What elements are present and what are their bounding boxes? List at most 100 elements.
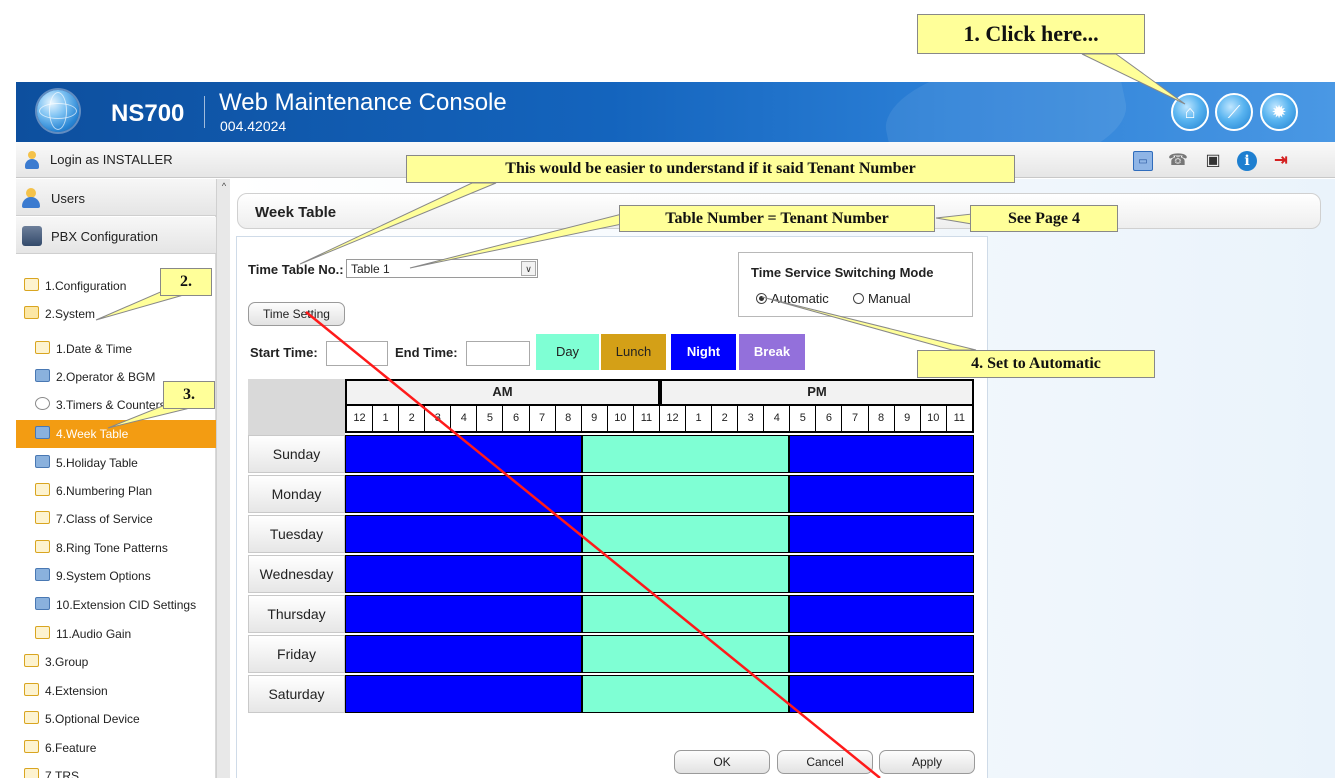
day-schedule-bar[interactable] [345,675,974,713]
hour-cell: 10 [921,406,947,431]
gear-icon[interactable]: ✹ [1260,93,1298,131]
am-header: AM [345,379,660,406]
header-divider [204,96,205,128]
legend-night[interactable]: Night [671,334,736,370]
sidebar-item-system[interactable]: 2.System [16,300,216,328]
legend-lunch[interactable]: Lunch [601,334,666,370]
night-segment[interactable] [790,676,973,712]
sidebar-item-label: 2.System [45,307,96,321]
night-segment[interactable] [346,476,582,512]
day-schedule-bar[interactable] [345,435,974,473]
day-segment[interactable] [581,436,791,472]
page-title: Week Table [255,204,337,221]
day-row: Saturday [248,675,974,715]
sidebar-item-numbering-plan[interactable]: 6.Numbering Plan [16,477,216,505]
sidebar-item-ring-tone-patterns[interactable]: 8.Ring Tone Patterns [16,534,216,562]
day-label: Sunday [248,435,345,473]
day-segment[interactable] [581,676,791,712]
window-icon[interactable]: ▭ [1133,151,1153,171]
ok-button[interactable]: OK [674,750,770,774]
sidebar-item-extension-cid[interactable]: 10.Extension CID Settings [16,591,216,619]
day-schedule-bar[interactable] [345,475,974,513]
time-table-select[interactable]: Table 1 ∨ [346,259,538,278]
sidebar-item-label: 3.Group [45,655,89,669]
night-segment[interactable] [790,596,973,632]
mode-automatic-radio[interactable]: Automatic [756,291,829,306]
hour-cell: 11 [634,406,660,431]
radio-unselected-icon [853,293,864,304]
hour-cell: 3 [425,406,452,431]
day-schedule-bar[interactable] [345,555,974,593]
sidebar-scrollbar[interactable]: ^ [216,179,230,778]
hour-cell: 3 [738,406,765,431]
scroll-up-icon[interactable]: ^ [217,181,231,193]
sidebar-item-optional-device[interactable]: 5.Optional Device [16,705,216,733]
chevron-down-icon[interactable]: ∨ [521,261,536,276]
app-version: 004.42024 [220,118,287,134]
sidebar-section-pbx[interactable]: PBX Configuration [16,217,216,254]
sidebar-item-system-options[interactable]: 9.System Options [16,562,216,590]
hour-cell: 7 [530,406,556,431]
home-icon[interactable]: ⌂ [1171,93,1209,131]
sidebar-item-class-of-service[interactable]: 7.Class of Service [16,505,216,533]
day-segment[interactable] [581,636,791,672]
sidebar-item-label: 2.Operator & BGM [56,370,156,384]
day-segment[interactable] [581,516,791,552]
sidebar-item-holiday-table[interactable]: 5.Holiday Table [16,449,216,477]
legend-break[interactable]: Break [739,334,805,370]
day-segment[interactable] [581,596,791,632]
night-segment[interactable] [790,436,973,472]
day-label: Wednesday [248,555,345,593]
hour-cell: 5 [477,406,504,431]
folder-icon [24,654,39,667]
night-segment[interactable] [346,636,582,672]
info-icon[interactable]: i [1237,151,1257,171]
hour-cell: 11 [953,412,966,424]
sidebar-item-trs[interactable]: 7.TRS [16,762,216,778]
day-row: Sunday [248,435,974,475]
sidebar-item-label: 6.Feature [45,741,97,755]
legend-day[interactable]: Day [536,334,599,370]
cancel-button[interactable]: Cancel [777,750,873,774]
save-icon[interactable]: ▣ [1203,151,1223,171]
sidebar-item-group[interactable]: 3.Group [16,648,216,676]
day-segment[interactable] [581,476,791,512]
sidebar-item-date-time[interactable]: 1.Date & Time [16,335,216,363]
apply-button[interactable]: Apply [879,750,975,774]
wrench-icon[interactable]: ⟋ [1215,93,1253,131]
sidebar-section-users[interactable]: Users [16,179,216,216]
night-segment[interactable] [346,596,582,632]
time-setting-button[interactable]: Time Setting [248,302,345,326]
phone-icon[interactable]: ☎ [1168,151,1188,171]
night-segment[interactable] [790,516,973,552]
day-schedule-bar[interactable] [345,515,974,553]
night-segment[interactable] [346,436,582,472]
sidebar-item-label: 11.Audio Gain [56,627,132,641]
folder-icon [35,483,50,496]
folder-icon [24,711,39,724]
night-segment[interactable] [790,476,973,512]
night-segment[interactable] [346,516,582,552]
day-schedule-bar[interactable] [345,635,974,673]
clock-icon [35,397,50,410]
start-time-input[interactable] [326,341,388,366]
logout-icon[interactable]: ⇥ [1271,151,1291,171]
sidebar-item-extension[interactable]: 4.Extension [16,677,216,705]
pbx-icon [22,226,42,246]
callout-click-here: 1. Click here... [917,14,1145,54]
end-time-input[interactable] [466,341,530,366]
sidebar-item-feature[interactable]: 6.Feature [16,734,216,762]
sidebar-item-label: 1.Configuration [45,279,127,293]
night-segment[interactable] [346,556,582,592]
grid-corner [248,379,345,435]
sidebar-item-audio-gain[interactable]: 11.Audio Gain [16,620,216,648]
night-segment[interactable] [346,676,582,712]
night-segment[interactable] [790,556,973,592]
night-segment[interactable] [790,636,973,672]
day-schedule-bar[interactable] [345,595,974,633]
sidebar-item-week-table[interactable]: 4.Week Table [16,420,216,448]
time-table-label: Time Table No.: [248,262,344,277]
day-segment[interactable] [581,556,791,592]
hour-cell: 4 [451,406,478,431]
mode-manual-radio[interactable]: Manual [853,291,911,306]
